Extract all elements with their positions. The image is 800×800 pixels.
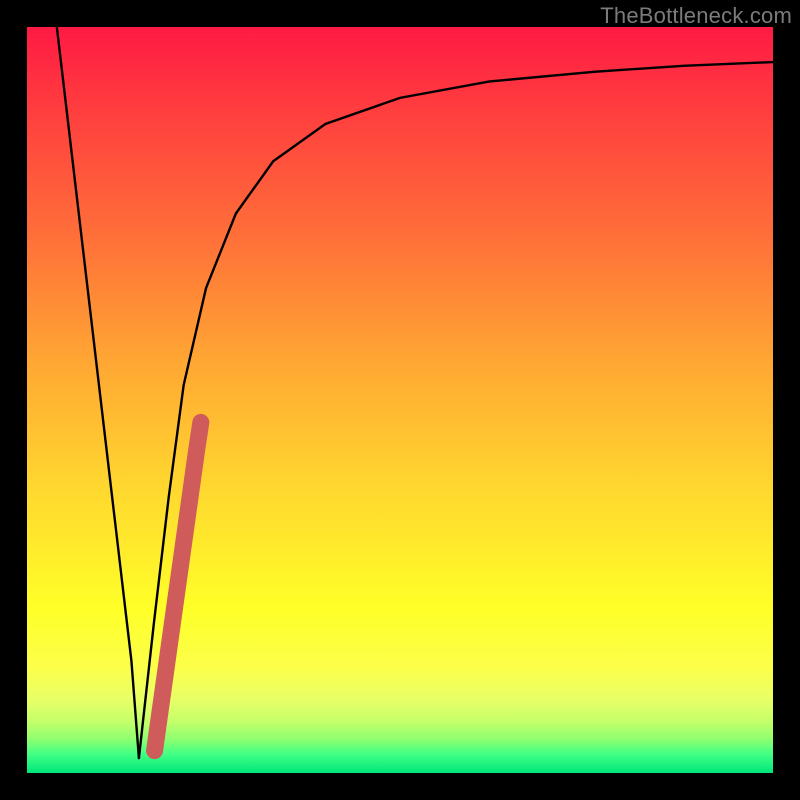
curve-right-branch	[139, 62, 773, 758]
curve-left-branch	[57, 27, 139, 758]
plot-area	[27, 27, 773, 773]
watermark-label: TheBottleneck.com	[600, 3, 792, 29]
chart-frame: TheBottleneck.com	[0, 0, 800, 800]
highlight-segment	[155, 422, 201, 750]
chart-svg	[27, 27, 773, 773]
